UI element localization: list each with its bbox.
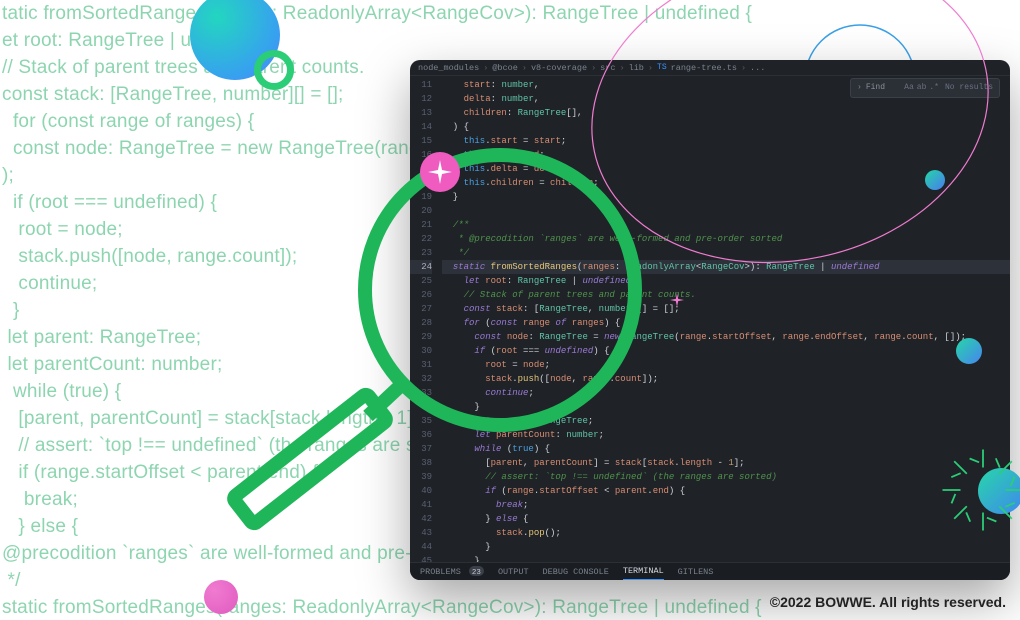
line-number: 37 bbox=[410, 442, 432, 456]
line-number: 40 bbox=[410, 484, 432, 498]
code-line[interactable]: delta: number, bbox=[442, 92, 1010, 106]
bottom-panel: PROBLEMS 23 OUTPUT DEBUG CONSOLE TERMINA… bbox=[410, 562, 1010, 580]
code-line[interactable]: children: RangeTree[], bbox=[442, 106, 1010, 120]
code-line[interactable]: if (range.startOffset < parent.end) { bbox=[442, 484, 1010, 498]
line-number: 31 bbox=[410, 358, 432, 372]
line-number: 25 bbox=[410, 274, 432, 288]
line-number: 11 bbox=[410, 78, 432, 92]
sparkle-white-icon bbox=[428, 160, 452, 184]
crumb-1[interactable]: @bcoe bbox=[492, 61, 518, 75]
line-number: 38 bbox=[410, 456, 432, 470]
code-line[interactable]: let root: RangeTree | undefined; bbox=[442, 274, 1010, 288]
crumb-3[interactable]: src bbox=[600, 61, 615, 75]
ts-file-icon: TS bbox=[657, 61, 667, 75]
code-line[interactable]: start: number, bbox=[442, 78, 1010, 92]
tab-output[interactable]: OUTPUT bbox=[498, 565, 529, 579]
line-number: 35 bbox=[410, 414, 432, 428]
code-line[interactable]: stack.pop(); bbox=[442, 526, 1010, 540]
small-bubble-1-icon bbox=[925, 170, 945, 190]
breadcrumb[interactable]: node_modules› @bcoe› v8-coverage› src› l… bbox=[410, 60, 1010, 76]
code-line[interactable]: } bbox=[442, 540, 1010, 554]
code-line[interactable]: this.start = start; bbox=[442, 134, 1010, 148]
line-number: 19 bbox=[410, 190, 432, 204]
burst-icon bbox=[938, 445, 1020, 535]
code-line[interactable]: while (true) { bbox=[442, 442, 1010, 456]
code-line[interactable]: } bbox=[442, 400, 1010, 414]
small-bubble-2-icon bbox=[956, 338, 982, 364]
line-number: 27 bbox=[410, 302, 432, 316]
tab-problems[interactable]: PROBLEMS 23 bbox=[420, 565, 484, 579]
code-line[interactable] bbox=[442, 204, 1010, 218]
code-line[interactable]: */ bbox=[442, 246, 1010, 260]
code-line[interactable]: [parent, parentCount] = stack[stack.leng… bbox=[442, 456, 1010, 470]
copyright-text: ©2022 BOWWE. All rights reserved. bbox=[770, 594, 1006, 610]
line-number: 12 bbox=[410, 92, 432, 106]
line-number: 39 bbox=[410, 470, 432, 484]
line-number: 24 bbox=[410, 260, 432, 274]
code-line[interactable]: /** bbox=[442, 218, 1010, 232]
code-line[interactable]: continue; bbox=[442, 386, 1010, 400]
line-number: 15 bbox=[410, 134, 432, 148]
tab-terminal[interactable]: TERMINAL bbox=[623, 564, 664, 580]
crumb-6[interactable]: ... bbox=[750, 61, 765, 75]
line-number: 29 bbox=[410, 330, 432, 344]
line-number: 43 bbox=[410, 526, 432, 540]
code-line[interactable]: const node: RangeTree = new RangeTree(ra… bbox=[442, 330, 1010, 344]
code-line[interactable]: } else { bbox=[442, 512, 1010, 526]
code-line[interactable]: // Stack of parent trees and parent coun… bbox=[442, 288, 1010, 302]
code-line[interactable]: stack.push([node, range.count]); bbox=[442, 372, 1010, 386]
code-line[interactable]: // assert: `top !== undefined` (the rang… bbox=[442, 470, 1010, 484]
code-line[interactable]: ) { bbox=[442, 120, 1010, 134]
code-line[interactable]: const stack: [RangeTree, number][] = []; bbox=[442, 302, 1010, 316]
code-line[interactable]: * @precodition `ranges` are well-formed … bbox=[442, 232, 1010, 246]
line-number: 30 bbox=[410, 344, 432, 358]
problems-badge: 23 bbox=[469, 566, 484, 576]
editor-body[interactable]: 1112131415161718192021222324252627282930… bbox=[410, 78, 1010, 562]
code-line[interactable]: } bbox=[442, 190, 1010, 204]
sparkle-small-icon bbox=[670, 293, 684, 307]
line-number: 41 bbox=[410, 498, 432, 512]
line-number: 23 bbox=[410, 246, 432, 260]
line-number: 33 bbox=[410, 386, 432, 400]
code-line[interactable]: let parentCount: number; bbox=[442, 428, 1010, 442]
line-number: 36 bbox=[410, 428, 432, 442]
code-line[interactable]: break; bbox=[442, 498, 1010, 512]
line-number: 26 bbox=[410, 288, 432, 302]
code-line[interactable]: for (const range of ranges) { bbox=[442, 316, 1010, 330]
line-gutter: 1112131415161718192021222324252627282930… bbox=[410, 78, 438, 562]
line-number: 34 bbox=[410, 400, 432, 414]
tab-gitlens[interactable]: GITLENS bbox=[678, 565, 714, 579]
crumb-2[interactable]: v8-coverage bbox=[531, 61, 587, 75]
line-number: 32 bbox=[410, 372, 432, 386]
code-line[interactable]: this.end = end; bbox=[442, 148, 1010, 162]
code-line[interactable]: static fromSortedRanges(ranges: Readonly… bbox=[442, 260, 1010, 274]
line-number: 28 bbox=[410, 316, 432, 330]
code-line[interactable]: this.delta = delta; bbox=[442, 162, 1010, 176]
code-editor: node_modules› @bcoe› v8-coverage› src› l… bbox=[410, 60, 1010, 580]
line-number: 42 bbox=[410, 512, 432, 526]
code-area[interactable]: start: number, delta: number, children: … bbox=[438, 78, 1010, 562]
line-number: 20 bbox=[410, 204, 432, 218]
line-number: 13 bbox=[410, 106, 432, 120]
pink-bubble-icon bbox=[204, 580, 238, 614]
line-number: 22 bbox=[410, 232, 432, 246]
line-number: 21 bbox=[410, 218, 432, 232]
code-line[interactable]: } bbox=[442, 554, 1010, 562]
crumb-4[interactable]: lib bbox=[629, 61, 644, 75]
green-ring-icon bbox=[254, 50, 294, 90]
code-line[interactable]: let parent: RangeTree; bbox=[442, 414, 1010, 428]
code-line[interactable]: if (root === undefined) { bbox=[442, 344, 1010, 358]
line-number: 44 bbox=[410, 540, 432, 554]
crumb-0[interactable]: node_modules bbox=[418, 61, 479, 75]
tab-debug[interactable]: DEBUG CONSOLE bbox=[543, 565, 609, 579]
code-line[interactable]: root = node; bbox=[442, 358, 1010, 372]
crumb-5[interactable]: range-tree.ts bbox=[671, 61, 737, 75]
line-number: 14 bbox=[410, 120, 432, 134]
